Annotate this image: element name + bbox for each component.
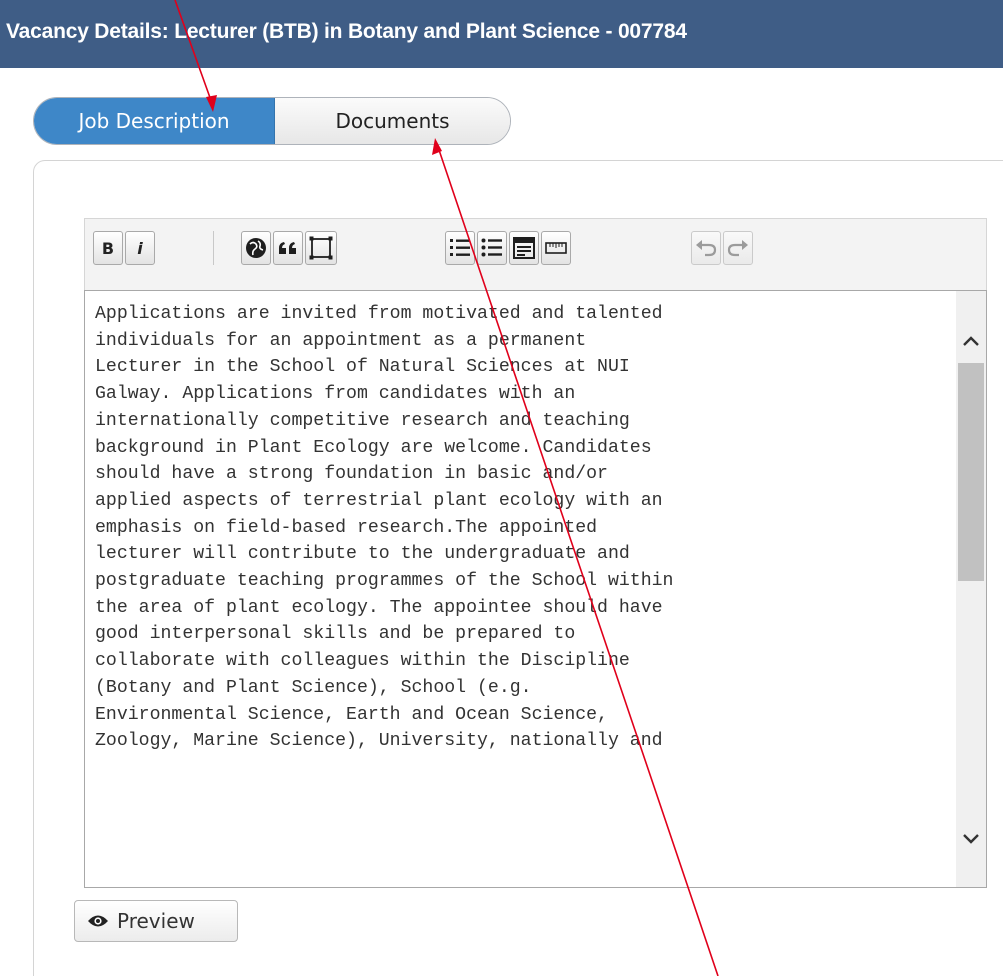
page-title: Vacancy Details: Lecturer (BTB) in Botan… xyxy=(6,20,687,43)
job-description-text: Applications are invited from motivated … xyxy=(95,304,674,752)
table-button[interactable] xyxy=(509,231,539,265)
undo-icon xyxy=(696,240,717,257)
globe-icon xyxy=(246,238,266,258)
page-header: Vacancy Details: Lecturer (BTB) in Botan… xyxy=(0,0,1003,68)
tab-documents[interactable]: Documents xyxy=(275,98,510,144)
chevron-down-icon xyxy=(963,834,979,844)
vacancy-details-page: Vacancy Details: Lecturer (BTB) in Botan… xyxy=(0,0,1003,976)
unordered-list-button[interactable] xyxy=(477,231,507,265)
scroll-thumb[interactable] xyxy=(958,363,984,581)
redo-icon xyxy=(727,240,748,257)
tab-bar: Job Description Documents xyxy=(33,97,511,145)
ruler-icon xyxy=(545,242,567,254)
scroll-down-button[interactable] xyxy=(956,821,986,857)
blockquote-icon xyxy=(279,242,296,254)
image-frame-icon xyxy=(309,236,333,260)
horizontal-rule-button[interactable] xyxy=(541,231,571,265)
redo-button[interactable] xyxy=(723,231,753,265)
editor-toolbar: B i xyxy=(84,218,987,290)
preview-button[interactable]: Preview xyxy=(74,900,238,942)
bold-icon: B xyxy=(101,238,115,258)
bold-button[interactable]: B xyxy=(93,231,123,265)
undo-button[interactable] xyxy=(691,231,721,265)
table-icon xyxy=(513,237,535,259)
blockquote-button[interactable] xyxy=(273,231,303,265)
link-button[interactable] xyxy=(241,231,271,265)
chevron-up-icon xyxy=(963,336,979,346)
image-button[interactable] xyxy=(305,231,337,265)
italic-icon: i xyxy=(137,238,143,258)
unordered-list-icon xyxy=(481,238,502,257)
tab-job-description[interactable]: Job Description xyxy=(34,98,275,144)
editor-scrollbar[interactable] xyxy=(956,291,986,887)
preview-label: Preview xyxy=(117,909,195,933)
italic-button[interactable]: i xyxy=(125,231,155,265)
job-description-textarea[interactable]: Applications are invited from motivated … xyxy=(84,290,987,888)
ordered-list-button[interactable] xyxy=(445,231,475,265)
scroll-up-button[interactable] xyxy=(956,323,986,359)
eye-icon xyxy=(88,915,108,927)
ordered-list-icon xyxy=(450,239,470,256)
toolbar-separator xyxy=(213,231,214,265)
